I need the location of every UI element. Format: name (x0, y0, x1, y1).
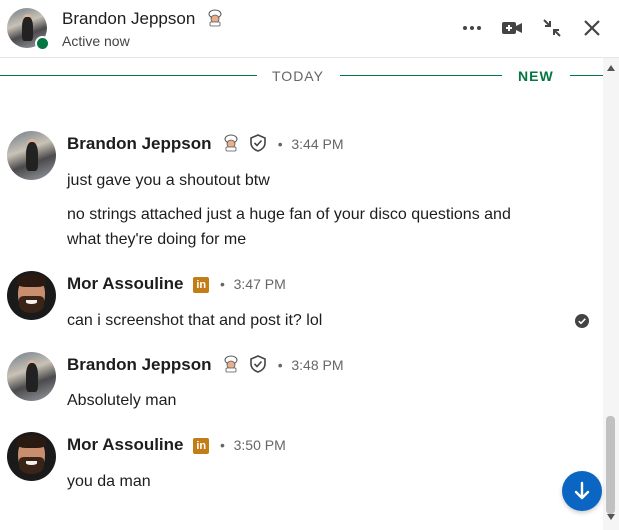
online-status-indicator (35, 36, 50, 51)
sender-name[interactable]: Mor Assouline (67, 274, 184, 293)
close-icon[interactable] (580, 16, 604, 40)
today-divider: TODAY (272, 68, 324, 84)
message-separator: • (277, 136, 283, 152)
message-sender: Mor Assouline in • 3:47 PM (67, 274, 286, 294)
message-timestamp: 3:48 PM (291, 357, 344, 373)
conversation-title[interactable]: Brandon Jeppson (62, 9, 224, 29)
message-sender: Brandon Jeppson • 3:44 PM (67, 134, 344, 154)
chat-header: Brandon Jeppson Active now (0, 0, 619, 58)
message-body: you da man (67, 473, 151, 490)
arrow-down-icon (574, 481, 590, 500)
sender-avatar[interactable] (7, 271, 56, 320)
new-divider-line (570, 75, 603, 76)
minimize-icon[interactable] (540, 16, 564, 40)
linkedin-premium-badge-icon: in (193, 438, 210, 454)
scroll-to-bottom-button[interactable] (562, 471, 602, 511)
sender-avatar[interactable] (7, 131, 56, 180)
more-options-icon[interactable] (460, 16, 484, 40)
today-divider-line-right (340, 75, 502, 76)
scroll-down-arrow-icon[interactable] (606, 513, 616, 521)
sender-avatar[interactable] (7, 432, 56, 481)
new-messages-divider: NEW (518, 68, 554, 84)
message-separator: • (219, 276, 225, 292)
sender-name[interactable]: Brandon Jeppson (67, 355, 212, 374)
verified-shield-icon (250, 355, 266, 373)
video-call-icon[interactable] (500, 16, 524, 40)
scroll-up-arrow-icon[interactable] (606, 64, 616, 72)
sender-name[interactable]: Mor Assouline (67, 435, 184, 454)
message-timestamp: 3:50 PM (233, 437, 286, 453)
read-receipt-icon (575, 314, 589, 328)
verified-shield-icon (250, 134, 266, 152)
chef-emoji-icon (224, 134, 238, 152)
scrollbar[interactable] (603, 58, 619, 530)
message-timestamp: 3:47 PM (233, 276, 286, 292)
message-body: can i screenshot that and post it? lol (67, 312, 323, 329)
message-body: no strings attached just a huge fan of y… (67, 206, 511, 248)
message-sender: Brandon Jeppson • 3:48 PM (67, 355, 344, 375)
message-separator: • (277, 357, 283, 373)
linkedin-premium-badge-icon: in (193, 277, 210, 293)
sender-avatar[interactable] (7, 352, 56, 401)
active-status: Active now (62, 33, 130, 49)
chef-emoji-icon (208, 9, 222, 27)
message-separator: • (219, 437, 225, 453)
message-timestamp: 3:44 PM (291, 136, 344, 152)
message-body: just gave you a shoutout btw (67, 172, 270, 189)
chef-emoji-icon (224, 355, 238, 373)
sender-name[interactable]: Brandon Jeppson (67, 134, 212, 153)
scrollbar-thumb[interactable] (606, 416, 615, 514)
message-sender: Mor Assouline in • 3:50 PM (67, 435, 286, 455)
today-divider-line-left (0, 75, 257, 76)
message-body: Absolutely man (67, 392, 177, 409)
